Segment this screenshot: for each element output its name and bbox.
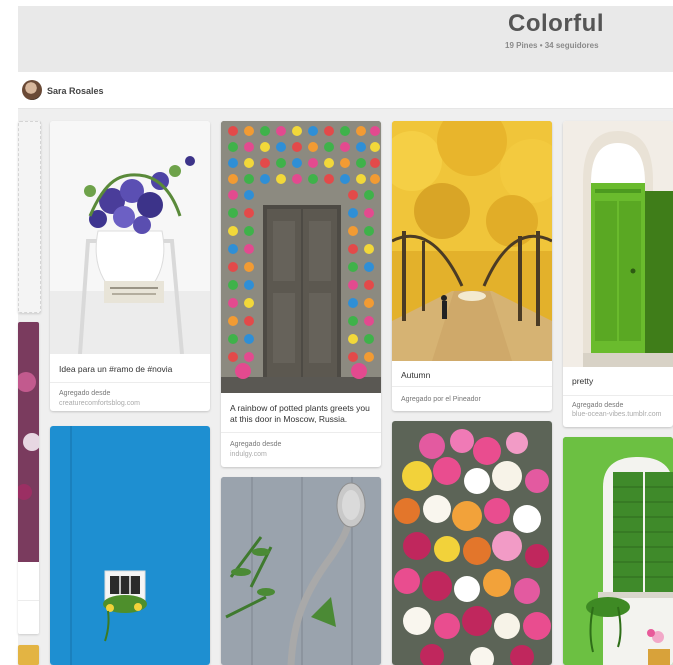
- pin-image: [221, 477, 381, 665]
- pin-image: [18, 322, 39, 634]
- pin-divider: [50, 382, 210, 383]
- pin-image: [50, 426, 210, 665]
- pin-card[interactable]: [221, 477, 381, 665]
- avatar[interactable]: [22, 80, 42, 100]
- pin-via-source[interactable]: indulgy.com: [230, 451, 267, 458]
- board-title: Colorful: [508, 10, 604, 37]
- pin-image: [392, 121, 552, 361]
- pin-image: [392, 421, 552, 665]
- pin-via-source[interactable]: creaturecomfortsblog.com: [59, 400, 140, 407]
- pin-description: Autumn: [401, 370, 431, 380]
- board-stats[interactable]: 19 Pines • 34 seguidores: [505, 41, 599, 50]
- pin-card[interactable]: Idea para un #ramo de #novia Agregado de…: [50, 121, 210, 411]
- pin-stub-middle[interactable]: [18, 322, 39, 634]
- pin-via-label: Agregado desde: [572, 402, 624, 409]
- pin-card[interactable]: pretty Agregado desde blue-ocean-vibes.t…: [563, 121, 673, 427]
- pin-via-label: Agregado desde: [59, 390, 111, 397]
- pin-divider: [563, 395, 673, 396]
- pin-description: Idea para un #ramo de #novia: [59, 364, 173, 374]
- pin-via-label: Agregado por el Pineador: [401, 396, 481, 403]
- owner-bar: [18, 74, 673, 109]
- pin-description: A rainbow of potted plants greets you at…: [230, 403, 370, 424]
- pin-card[interactable]: A rainbow of potted plants greets you at…: [221, 121, 381, 467]
- pin-divider: [221, 432, 381, 433]
- pin-card[interactable]: [50, 426, 210, 665]
- pin-description: pretty: [572, 376, 594, 386]
- owner-name[interactable]: Sara Rosales: [47, 86, 104, 96]
- pin-divider: [392, 386, 552, 387]
- pin-card[interactable]: [392, 421, 552, 665]
- pin-card[interactable]: Autumn Agregado por el Pineador: [392, 121, 552, 411]
- pin-via-source[interactable]: blue-ocean-vibes.tumblr.com: [572, 411, 662, 418]
- pin-image: [50, 121, 210, 354]
- pin-stub-bottom[interactable]: [18, 645, 39, 665]
- pin-image: [221, 121, 381, 393]
- pin-image: [563, 437, 673, 665]
- pin-image: [563, 121, 673, 367]
- pin-via-label: Agregado desde: [230, 441, 282, 448]
- pin-stub-top[interactable]: [18, 121, 41, 313]
- pin-card[interactable]: [563, 437, 673, 665]
